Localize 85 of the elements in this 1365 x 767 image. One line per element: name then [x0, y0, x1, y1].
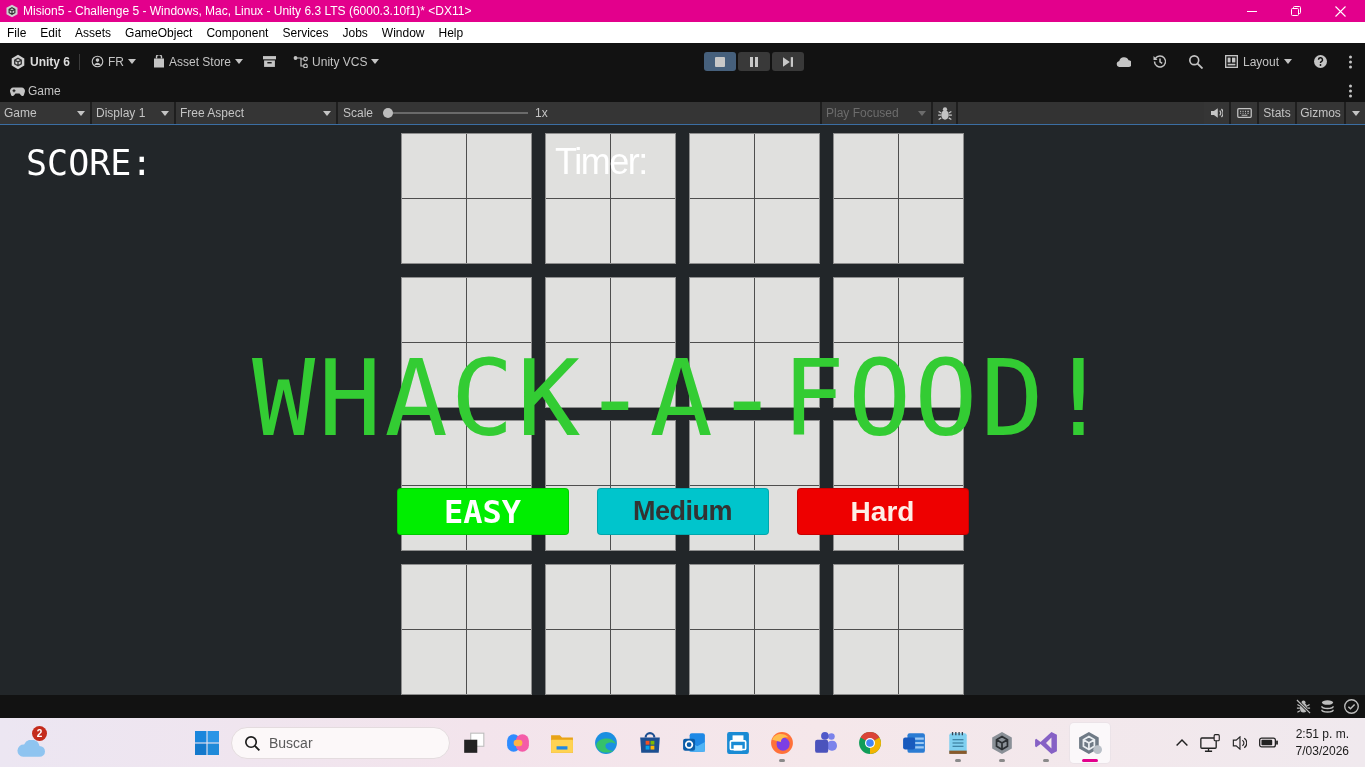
search-icon — [245, 735, 260, 751]
caret-icon — [1284, 59, 1292, 64]
overlapping-squares-icon — [462, 730, 486, 755]
history-icon[interactable] — [1152, 54, 1167, 69]
cube-icon — [5, 4, 19, 18]
speaker-icon — [1210, 108, 1223, 118]
panel-tab[interactable]: Game — [10, 82, 61, 100]
menu-item[interactable]: Services — [282, 23, 329, 42]
version-control-dropdown[interactable]: Unity VCS — [293, 52, 380, 71]
bug-icon — [937, 106, 952, 120]
bug-off-icon[interactable] — [1296, 699, 1311, 714]
gamepad-icon — [10, 86, 25, 96]
gizmos-button[interactable]: Gizmos — [1297, 102, 1346, 124]
caret-icon — [128, 59, 136, 64]
account-icon — [91, 55, 104, 68]
bag-icon — [153, 55, 165, 68]
chevron-up-icon[interactable] — [1175, 739, 1188, 746]
cube-icon — [1078, 730, 1102, 755]
close-icon[interactable] — [1335, 5, 1346, 17]
mail-icon — [682, 730, 706, 755]
more-icon[interactable] — [1349, 84, 1352, 98]
menu-item[interactable]: Assets — [75, 23, 112, 42]
clock-time: 2:51 p. m. — [1295, 726, 1349, 743]
help-icon[interactable] — [1314, 55, 1327, 68]
cloud-icon[interactable] — [1115, 56, 1131, 67]
scale-reading: 1x — [535, 105, 548, 122]
stop-icon — [715, 56, 725, 67]
keyboard-icon — [1236, 108, 1252, 118]
slider-thumb[interactable] — [383, 108, 394, 118]
caret-icon — [371, 59, 380, 64]
account-dropdown[interactable]: FR — [91, 52, 136, 71]
caret-icon — [1351, 110, 1360, 116]
clock-date: 7/03/2026 — [1295, 742, 1349, 759]
more-icon[interactable] — [1349, 54, 1352, 69]
layout-dropdown[interactable]: Layout — [1224, 52, 1292, 71]
battery-icon[interactable] — [1258, 737, 1278, 748]
check-circle-icon[interactable] — [1344, 699, 1359, 714]
ribbon-icon — [1034, 730, 1058, 755]
cube-icon — [10, 53, 26, 70]
scale-label: Scale — [343, 105, 374, 122]
menu-item[interactable]: File — [7, 23, 27, 42]
wave-circle-icon — [594, 730, 618, 755]
minimize-icon[interactable] — [1247, 10, 1257, 12]
search-field[interactable]: Buscar — [231, 726, 450, 759]
pause-button[interactable] — [738, 52, 770, 71]
branch-icon — [293, 55, 309, 68]
start-icon[interactable] — [195, 730, 219, 755]
asset-store-dropdown[interactable]: Asset Store — [153, 52, 244, 71]
stop-button[interactable] — [704, 52, 736, 71]
restore-icon[interactable] — [1291, 6, 1301, 16]
pause-icon — [750, 56, 758, 67]
scale-slider[interactable] — [383, 108, 529, 118]
speaker-icon[interactable] — [1231, 735, 1247, 750]
layout-icon — [1224, 55, 1238, 68]
menu-item[interactable]: Edit — [40, 23, 62, 42]
cube-icon — [990, 730, 1014, 755]
caret-icon — [161, 110, 169, 116]
menu-item[interactable]: Jobs — [342, 23, 368, 42]
menu-item[interactable]: GameObject — [125, 23, 193, 42]
notepad-icon — [946, 730, 970, 755]
step-button[interactable] — [772, 52, 804, 71]
score-label: SCORE: — [26, 146, 153, 181]
color-ring-icon — [858, 730, 882, 755]
step-icon — [783, 56, 793, 67]
difficulty-button[interactable]: Hard — [796, 488, 969, 535]
caret-icon — [918, 110, 926, 116]
menu-item[interactable]: Window — [381, 23, 425, 42]
globe-icon — [770, 730, 794, 755]
caret-icon — [235, 59, 244, 64]
archive-icon[interactable] — [263, 56, 277, 67]
menu-item[interactable]: Component — [206, 23, 269, 42]
caret-icon — [323, 110, 331, 116]
window-title: Mision5 - Challenge 5 - Windows, Mac, Linux - Unity 6.3 LTS (6000.3.10f1)* <DX11> — [23, 3, 472, 20]
document-icon — [902, 730, 926, 755]
database-icon[interactable] — [1321, 700, 1334, 713]
shopping-bag-icon — [638, 730, 662, 755]
caret-icon — [77, 110, 85, 116]
menu-item[interactable]: Help — [438, 23, 464, 42]
people-icon — [814, 730, 838, 755]
product-button[interactable]: Unity 6 — [10, 52, 70, 71]
difficulty-button[interactable]: Medium — [596, 488, 769, 535]
network-icon[interactable] — [1199, 733, 1220, 752]
search-icon[interactable] — [1188, 54, 1203, 69]
notification-badge: 2 — [32, 725, 47, 741]
printer-icon — [726, 730, 750, 755]
